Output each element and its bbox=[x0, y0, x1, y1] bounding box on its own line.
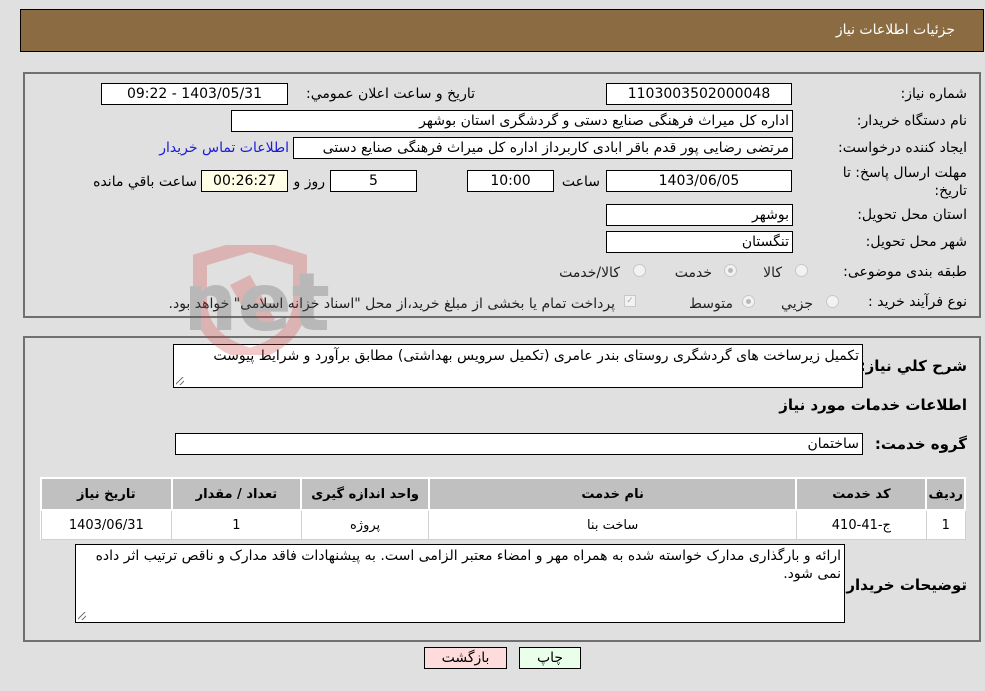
services-table: رديف کد خدمت نام خدمت واحد اندازه گيری ت… bbox=[40, 477, 966, 540]
cell-need-date: 1403/06/31 bbox=[40, 509, 173, 540]
service-group-label: گروه خدمت: bbox=[874, 435, 967, 453]
back-button[interactable]: بازگشت bbox=[424, 647, 507, 669]
process-radio-minor[interactable] bbox=[826, 295, 839, 308]
service-group-field: ساختمان bbox=[175, 433, 863, 455]
deadline-label: مهلت ارسال پاسخ: تا تاريخ: bbox=[842, 165, 967, 199]
city-label: شهر محل تحويل: bbox=[865, 234, 967, 250]
summary-textarea[interactable]: تکمیل زیرساخت های گردشگری روستای بندر عا… bbox=[173, 344, 863, 388]
category-radio-service[interactable] bbox=[724, 264, 737, 277]
page-header: جزئيات اطلاعات نياز bbox=[20, 9, 984, 52]
category-option-goods-service: کالا/خدمت bbox=[559, 265, 620, 281]
col-unit: واحد اندازه گيری bbox=[300, 477, 430, 511]
col-row-number: رديف bbox=[925, 477, 966, 511]
cell-service-name: ساخت بنا bbox=[428, 509, 797, 540]
process-option-minor: جزيي bbox=[781, 296, 813, 312]
deadline-time-label: ساعت bbox=[561, 174, 600, 190]
resize-grip-icon[interactable] bbox=[176, 377, 184, 385]
time-remaining-field: 00:26:27 bbox=[201, 170, 288, 192]
buyer-org-label: نام دستگاه خريدار: bbox=[856, 113, 967, 129]
announce-date-label: تاريخ و ساعت اعلان عمومي: bbox=[306, 86, 475, 102]
process-radio-medium[interactable] bbox=[742, 295, 755, 308]
page-title: جزئيات اطلاعات نياز bbox=[835, 22, 955, 38]
days-label: روز و bbox=[293, 174, 326, 190]
summary-text: تکمیل زیرساخت های گردشگری روستای بندر عا… bbox=[213, 348, 859, 364]
buyer-org-field: اداره کل میراث فرهنگی صنایع دستی و گردشگ… bbox=[231, 110, 793, 132]
cell-row-number: 1 bbox=[925, 509, 966, 540]
print-button[interactable]: چاپ bbox=[519, 647, 581, 669]
category-label: طبقه بندی موضوعی: bbox=[843, 264, 967, 280]
summary-label: شرح کلي نياز: bbox=[859, 357, 967, 375]
buyer-notes-textarea[interactable]: ارائه و بارگذاری مدارک خواسته شده به همر… bbox=[75, 544, 845, 623]
deadline-date-field: 1403/06/05 bbox=[606, 170, 792, 192]
province-field: بوشهر bbox=[606, 204, 793, 226]
deadline-time-field: 10:00 bbox=[467, 170, 554, 192]
buyer-notes-text: ارائه و بارگذاری مدارک خواسته شده به همر… bbox=[95, 548, 841, 582]
time-remaining-label: ساعت باقي مانده bbox=[93, 174, 197, 190]
cell-service-code: ج-41-410 bbox=[795, 509, 927, 540]
process-option-medium: متوسط bbox=[689, 296, 733, 312]
process-type-label: نوع فرآيند خريد : bbox=[868, 294, 967, 310]
city-field: تنگستان bbox=[606, 231, 793, 253]
category-option-service: خدمت bbox=[674, 265, 712, 281]
col-quantity: تعداد / مقدار bbox=[170, 477, 303, 511]
category-option-goods: کالا bbox=[763, 265, 782, 281]
services-heading: اطلاعات خدمات مورد نياز bbox=[779, 396, 967, 414]
table-row: 1 ج-41-410 ساخت بنا پروژه 1 1403/06/31 bbox=[40, 509, 966, 540]
col-service-name: نام خدمت bbox=[427, 477, 798, 511]
col-service-code: کد خدمت bbox=[795, 477, 928, 511]
need-number-field: 1103003502000048 bbox=[606, 83, 792, 105]
table-header-row: رديف کد خدمت نام خدمت واحد اندازه گيری ت… bbox=[40, 477, 966, 511]
days-remaining-field: 5 bbox=[330, 170, 417, 192]
cell-unit: پروژه bbox=[300, 509, 430, 540]
announce-date-field: 1403/05/31 - 09:22 bbox=[101, 83, 288, 105]
resize-grip-icon[interactable] bbox=[78, 612, 86, 620]
cell-quantity: 1 bbox=[171, 509, 302, 540]
province-label: استان محل تحويل: bbox=[857, 207, 967, 223]
buyer-notes-label: توضيحات خريدار: bbox=[840, 576, 967, 594]
buyer-contact-link[interactable]: اطلاعات تماس خريدار bbox=[159, 140, 289, 156]
col-need-date: تاريخ نياز bbox=[40, 477, 173, 511]
treasury-note: پرداخت تمام يا بخشی از مبلغ خريد،از محل … bbox=[168, 296, 615, 312]
category-radio-goods[interactable] bbox=[795, 264, 808, 277]
creator-field: مرتضی رضایی پور قدم باقر ابادی کاربرداز … bbox=[293, 137, 793, 159]
need-number-label: شماره نياز: bbox=[900, 86, 968, 102]
category-radio-goods-service[interactable] bbox=[633, 264, 646, 277]
creator-label: ايجاد کننده درخواست: bbox=[838, 140, 967, 156]
treasury-checkbox[interactable]: ✓ bbox=[624, 295, 636, 307]
